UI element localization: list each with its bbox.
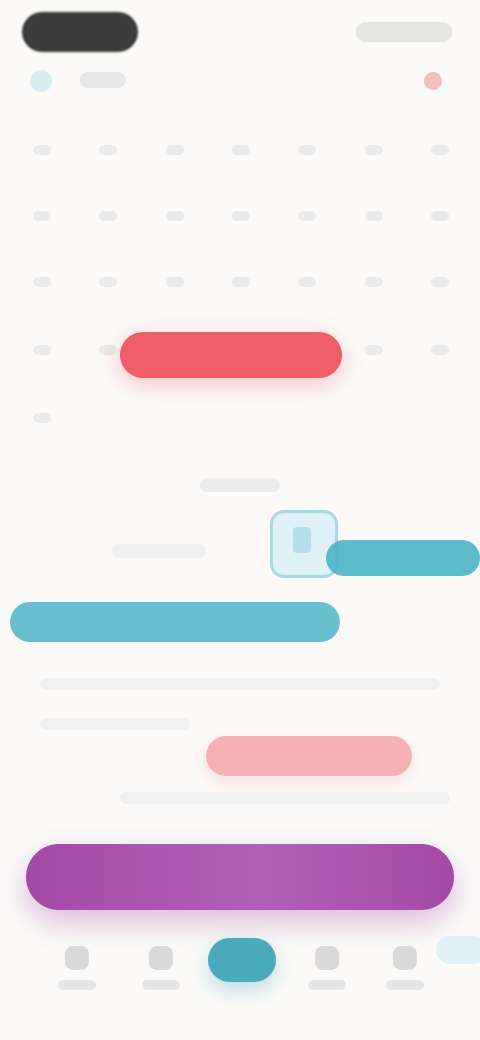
- detail-line: [120, 792, 450, 804]
- calendar-day[interactable]: [84, 130, 132, 170]
- calendar-day[interactable]: [217, 130, 265, 170]
- calendar-day[interactable]: [350, 262, 398, 302]
- calendar-day[interactable]: [151, 130, 199, 170]
- day-dot: [364, 345, 383, 355]
- detail-label: [40, 718, 190, 730]
- calendar-day[interactable]: [151, 196, 199, 236]
- home-icon: [65, 946, 89, 970]
- nav-label: [308, 980, 346, 990]
- calendar-day[interactable]: [84, 196, 132, 236]
- top-header: [0, 60, 480, 100]
- day-dot: [99, 345, 118, 355]
- cycle-indicator[interactable]: [10, 602, 340, 642]
- day-dot: [364, 145, 383, 155]
- day-dot: [165, 211, 184, 221]
- day-dot: [33, 145, 51, 155]
- back-icon[interactable]: [30, 70, 52, 92]
- day-dot: [298, 277, 317, 287]
- calendar-day[interactable]: [416, 262, 464, 302]
- day-dot: [364, 211, 383, 221]
- calendar-day[interactable]: [350, 196, 398, 236]
- day-dot: [33, 211, 51, 221]
- cycle-indicator[interactable]: [326, 540, 480, 576]
- calendar-day[interactable]: [283, 196, 331, 236]
- add-button[interactable]: [208, 938, 276, 982]
- status-time-pill: [22, 12, 138, 52]
- calendar-day[interactable]: [350, 130, 398, 170]
- calendar-day[interactable]: [416, 330, 464, 370]
- nav-home[interactable]: [42, 946, 112, 1016]
- nav-chart[interactable]: [292, 946, 362, 1016]
- shield-icon: [270, 510, 338, 578]
- calendar-day[interactable]: [416, 196, 464, 236]
- day-dot: [430, 277, 449, 287]
- day-dot: [165, 277, 184, 287]
- day-dot: [231, 277, 250, 287]
- nav-calendar[interactable]: [126, 946, 196, 1016]
- info-label: [112, 544, 206, 558]
- day-dot: [430, 211, 449, 221]
- status-icons: [356, 22, 452, 42]
- nav-label: [58, 980, 96, 990]
- calendar-day[interactable]: [18, 398, 66, 438]
- nav-label: [386, 980, 424, 990]
- calendar-day[interactable]: [416, 130, 464, 170]
- calendar-day[interactable]: [151, 262, 199, 302]
- alert-icon[interactable]: [424, 72, 442, 90]
- side-toggle[interactable]: [436, 936, 480, 964]
- calendar-grid: [18, 130, 464, 450]
- calendar-day[interactable]: [217, 262, 265, 302]
- calendar-week: [18, 398, 464, 438]
- period-highlight[interactable]: [120, 332, 342, 378]
- primary-action-button[interactable]: [26, 844, 454, 910]
- day-dot: [231, 211, 250, 221]
- profile-icon: [393, 946, 417, 970]
- day-dot: [298, 211, 317, 221]
- calendar-day[interactable]: [18, 330, 66, 370]
- status-chip[interactable]: [206, 736, 412, 776]
- day-dot: [33, 345, 51, 355]
- day-dot: [364, 277, 383, 287]
- day-dot: [430, 345, 449, 355]
- day-dot: [298, 145, 317, 155]
- nav-profile[interactable]: [370, 946, 440, 1016]
- calendar-day[interactable]: [350, 330, 398, 370]
- month-caption: [200, 478, 280, 492]
- calendar-icon: [149, 946, 173, 970]
- nav-label: [142, 980, 180, 990]
- calendar-week: [18, 262, 464, 302]
- day-dot: [33, 277, 51, 287]
- calendar-week: [18, 196, 464, 236]
- day-dot: [99, 277, 118, 287]
- calendar-day[interactable]: [84, 262, 132, 302]
- day-dot: [165, 145, 184, 155]
- day-dot: [99, 211, 118, 221]
- calendar-day[interactable]: [18, 130, 66, 170]
- day-dot: [33, 413, 51, 423]
- day-dot: [231, 145, 250, 155]
- divider-line: [40, 678, 440, 690]
- calendar-day[interactable]: [217, 196, 265, 236]
- day-dot: [430, 145, 449, 155]
- status-bar: [0, 0, 480, 64]
- chart-icon: [315, 946, 339, 970]
- day-dot: [99, 145, 118, 155]
- calendar-week: [18, 130, 464, 170]
- calendar-day[interactable]: [283, 262, 331, 302]
- page-title: [80, 72, 126, 88]
- calendar-day[interactable]: [18, 196, 66, 236]
- calendar-day[interactable]: [18, 262, 66, 302]
- calendar-day[interactable]: [283, 130, 331, 170]
